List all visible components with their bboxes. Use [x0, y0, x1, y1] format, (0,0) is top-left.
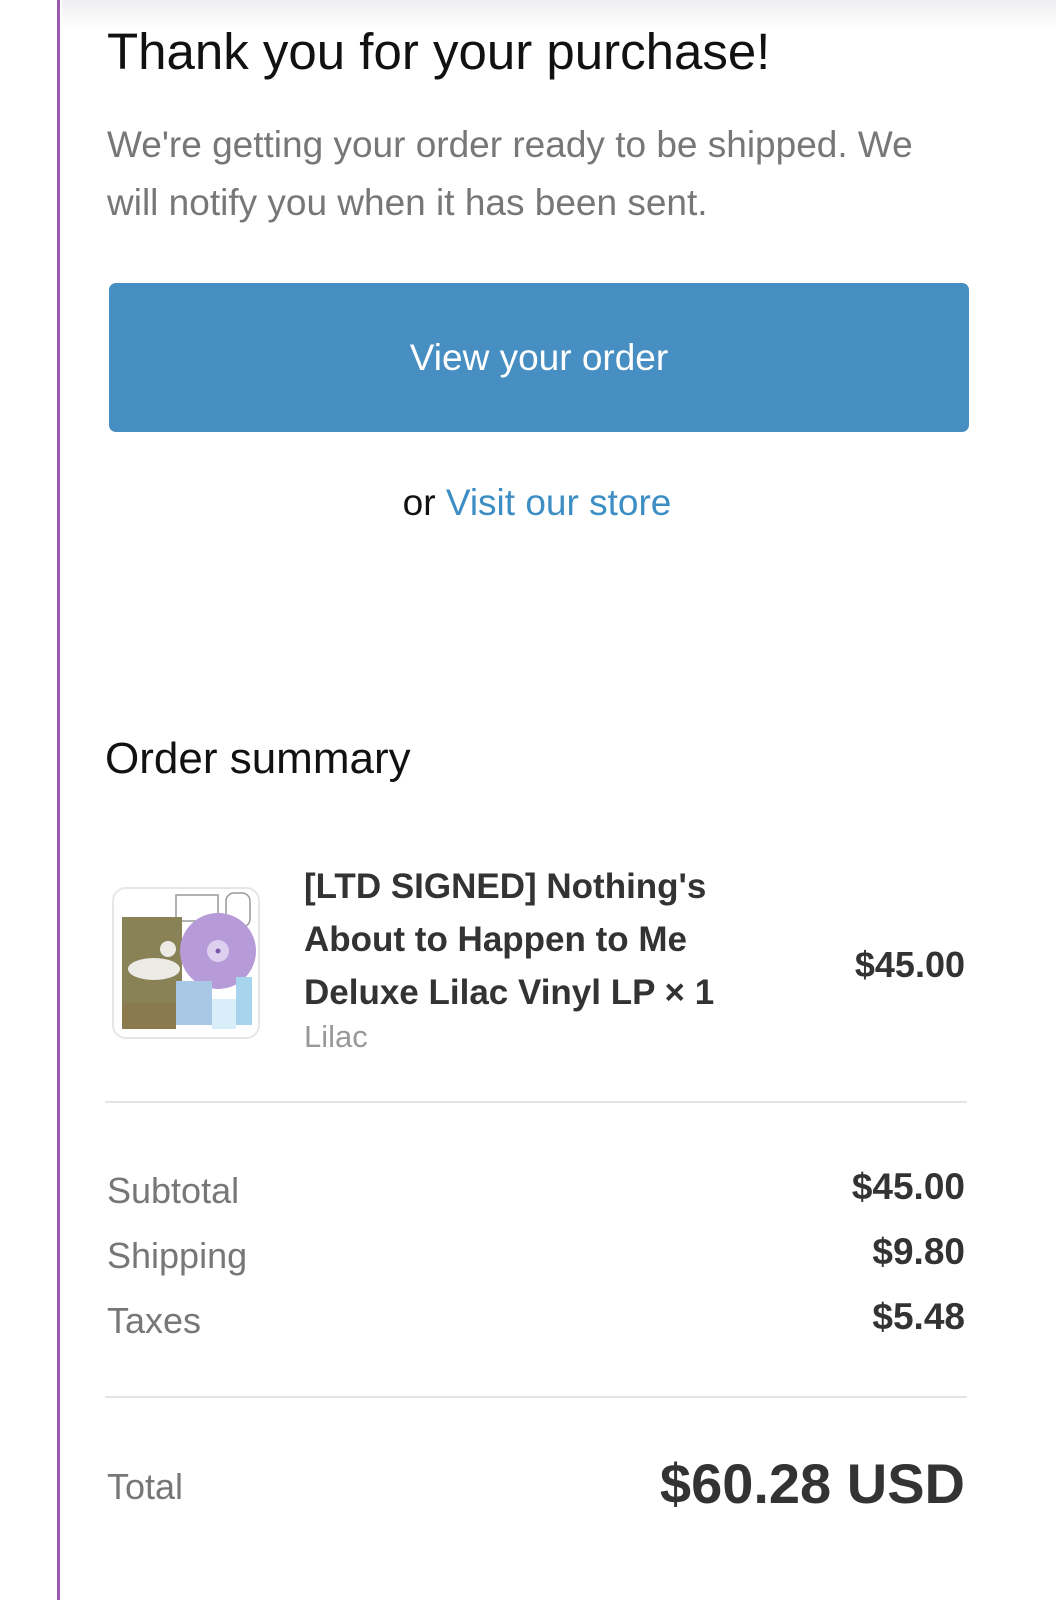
view-order-label: View your order	[409, 336, 669, 378]
shipping-value: $9.80	[872, 1231, 965, 1272]
product-name: [LTD SIGNED] Nothing's About to Happen t…	[304, 867, 715, 1012]
subtotal-label: Subtotal	[107, 1170, 240, 1211]
vinyl-record-product-photo-icon	[114, 889, 258, 1037]
product-thumbnail	[112, 887, 260, 1039]
shipping-notice: We're getting your order ready to be shi…	[107, 124, 913, 223]
product-price: $45.00	[854, 944, 965, 985]
summary-divider	[105, 1101, 967, 1103]
taxes-label: Taxes	[107, 1300, 202, 1341]
total-label: Total	[107, 1466, 184, 1507]
or-text: or	[402, 482, 436, 523]
taxes-value: $5.48	[872, 1296, 965, 1337]
visit-store-row: or Visit our store	[107, 482, 967, 524]
page-title: Thank you for your purchase!	[107, 23, 771, 80]
view-order-button[interactable]: View your order	[109, 283, 969, 432]
order-summary-title: Order summary	[105, 734, 411, 783]
product-variant: Lilac	[304, 1019, 368, 1054]
left-accent-border	[57, 0, 60, 1600]
total-divider	[105, 1396, 967, 1398]
shipping-label: Shipping	[107, 1235, 248, 1276]
visit-store-link[interactable]: Visit our store	[446, 482, 672, 523]
total-value: $60.28 USD	[659, 1452, 965, 1515]
subtotal-value: $45.00	[851, 1166, 965, 1207]
